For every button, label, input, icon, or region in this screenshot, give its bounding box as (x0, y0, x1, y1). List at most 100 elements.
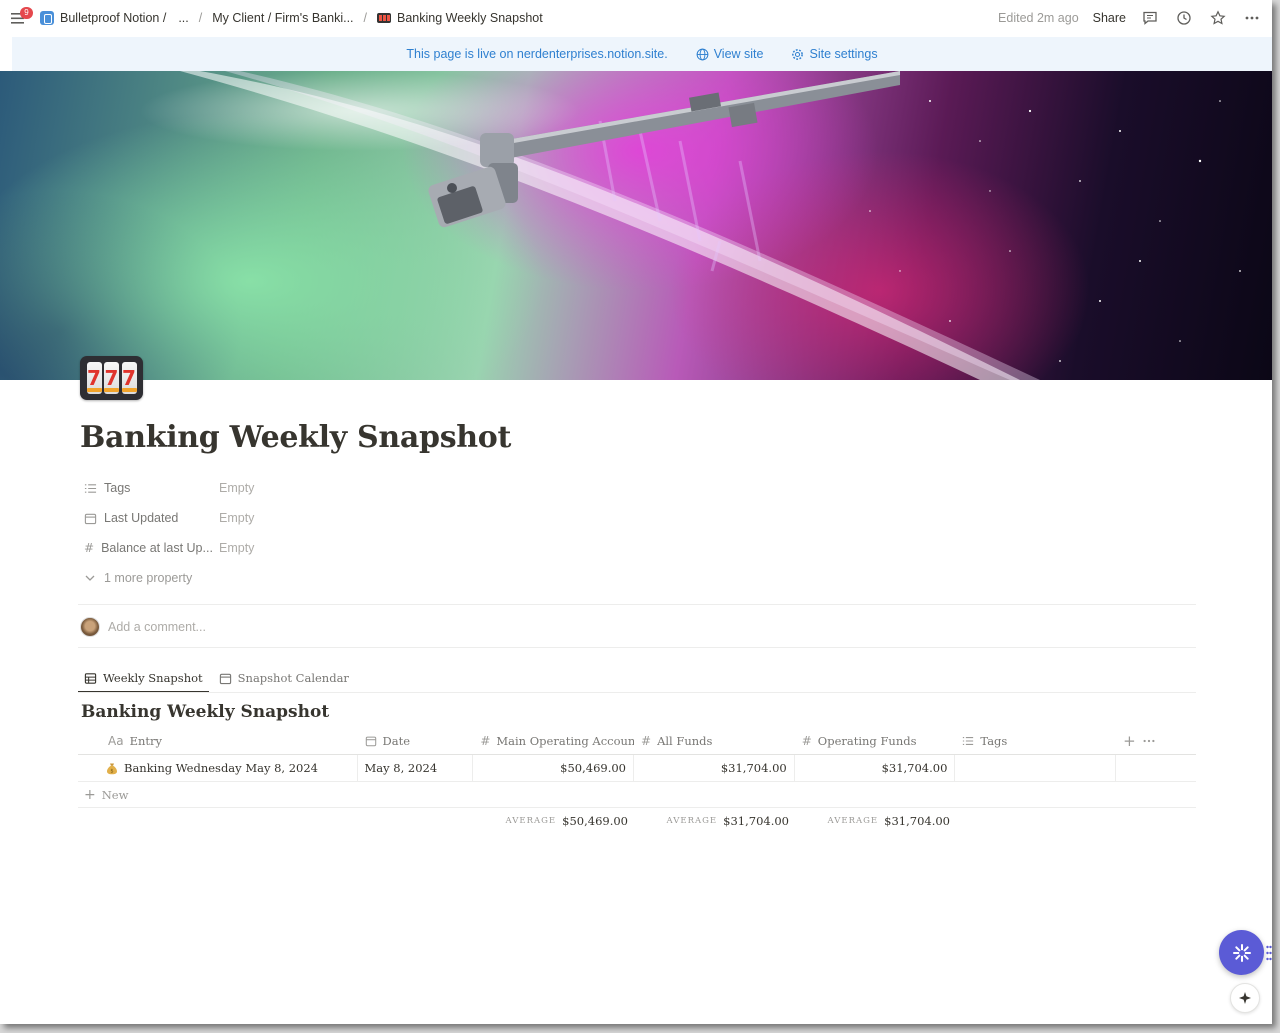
sparkle-icon (1239, 992, 1251, 1004)
number-icon: # (641, 734, 652, 748)
property-value[interactable]: Empty (219, 541, 254, 555)
column-label: All Funds (657, 734, 713, 748)
divider (78, 604, 1196, 605)
list-icon (963, 737, 974, 745)
favorite-button[interactable] (1208, 8, 1228, 28)
column-header-all-funds[interactable]: # All Funds (634, 728, 795, 754)
property-name[interactable]: Tags (80, 481, 219, 495)
view-site-link[interactable]: View site (696, 47, 764, 61)
page-title[interactable]: Banking Weekly Snapshot (80, 420, 511, 455)
number-icon: # (84, 541, 95, 555)
breadcrumb-bulletproof-notion[interactable]: Bulletproof Notion / (36, 9, 170, 27)
table-row[interactable]: $ Banking Wednesday May 8, 2024 May 8, 2… (78, 755, 1196, 782)
aggregation-row: AVERAGE $50,469.00 AVERAGE $31,704.00 AV… (78, 808, 1196, 834)
cell-all-funds[interactable]: $31,704.00 (634, 755, 795, 781)
notion-window: 9 Bulletproof Notion / ... / My Client /… (0, 0, 1272, 1024)
notification-badge: 9 (20, 7, 33, 19)
property-value[interactable]: Empty (219, 511, 254, 525)
divider (78, 647, 1196, 648)
breadcrumb: Bulletproof Notion / ... / My Client / F… (36, 0, 547, 36)
avatar (80, 617, 100, 637)
aggregate-main-operating-account[interactable]: AVERAGE $50,469.00 (474, 808, 635, 834)
property-name[interactable]: Last Updated (80, 511, 219, 525)
header-actions: + (1116, 728, 1196, 754)
number-icon: # (801, 734, 812, 748)
aggregate-operating-funds[interactable]: AVERAGE $31,704.00 (796, 808, 957, 834)
breadcrumb-banking-weekly-snapshot[interactable]: Banking Weekly Snapshot (373, 9, 547, 27)
aggregation-spacer (78, 808, 474, 834)
aggregate-all-funds[interactable]: AVERAGE $31,704.00 (635, 808, 796, 834)
property-row-last-updated: Last Updated Empty (80, 503, 1196, 533)
slot-reel: 7 (86, 362, 102, 394)
database-icon (40, 11, 54, 25)
assistant-button[interactable] (1219, 930, 1264, 975)
property-row-balance: # Balance at last Up... Empty (80, 533, 1196, 563)
tab-weekly-snapshot[interactable]: Weekly Snapshot (78, 665, 209, 693)
column-label: Tags (980, 734, 1008, 748)
breadcrumb-label: My Client / Firm's Banki... (212, 11, 354, 25)
add-column-icon[interactable]: + (1123, 732, 1136, 750)
column-header-entry[interactable]: Aa Entry (78, 728, 358, 754)
property-value[interactable]: Empty (219, 481, 254, 495)
site-settings-link[interactable]: Site settings (791, 47, 878, 61)
breadcrumb-client-firm-banking[interactable]: My Client / Firm's Banki... (208, 9, 357, 27)
database-title[interactable]: Banking Weekly Snapshot (81, 702, 329, 722)
share-button[interactable]: Share (1093, 11, 1126, 25)
published-banner: This page is live on nerdenterprises.not… (12, 37, 1272, 71)
breadcrumb-ellipsis[interactable]: ... (174, 9, 192, 27)
view-site-label: View site (713, 47, 764, 61)
sparkle-burst-icon (1232, 943, 1251, 962)
table-header: Aa Entry Date # Main Operating Account #… (78, 728, 1196, 755)
aggregate-label: AVERAGE (827, 816, 879, 826)
more-horizontal-icon[interactable] (1142, 734, 1156, 748)
column-label: Entry (129, 734, 162, 748)
column-header-tags[interactable]: Tags (955, 728, 1116, 754)
property-name[interactable]: # Balance at last Up... (80, 541, 219, 555)
aggregate-value: $50,469.00 (562, 814, 628, 828)
more-horizontal-icon (1245, 16, 1259, 20)
top-bar: 9 Bulletproof Notion / ... / My Client /… (0, 0, 1272, 36)
space-station-arm-illustration (140, 71, 1241, 380)
table-icon (84, 672, 97, 684)
entry-title: Banking Wednesday May 8, 2024 (124, 761, 318, 775)
more-properties-toggle[interactable]: 1 more property (80, 563, 1196, 593)
database-table: Aa Entry Date # Main Operating Account #… (78, 728, 1196, 834)
cell-entry[interactable]: $ Banking Wednesday May 8, 2024 (78, 755, 358, 781)
add-new-row-button[interactable]: + New (78, 782, 1196, 808)
column-header-operating-funds[interactable]: # Operating Funds (795, 728, 956, 754)
plus-icon: + (84, 786, 96, 803)
new-row-label: New (101, 787, 129, 802)
breadcrumb-label: Bulletproof Notion / (60, 11, 167, 25)
more-properties-label: 1 more property (104, 571, 193, 585)
aggregate-label: AVERAGE (505, 816, 557, 826)
column-label: Date (382, 734, 411, 748)
money-bag-icon: $ (107, 763, 117, 774)
column-header-main-operating-account[interactable]: # Main Operating Account (473, 728, 634, 754)
comment-input[interactable]: Add a comment... (80, 616, 206, 638)
breadcrumb-separator: / (363, 11, 367, 25)
drag-handle-icon[interactable] (1266, 945, 1272, 961)
updates-button[interactable] (1174, 8, 1194, 28)
tab-snapshot-calendar[interactable]: Snapshot Calendar (213, 665, 355, 691)
site-settings-label: Site settings (809, 47, 878, 61)
cell-empty (1116, 755, 1196, 781)
ai-button[interactable] (1230, 983, 1260, 1013)
property-label: Balance at last Up... (101, 541, 213, 555)
property-row-tags: Tags Empty (80, 473, 1196, 503)
breadcrumb-separator: / (198, 11, 203, 25)
column-label: Main Operating Account (496, 734, 635, 748)
slot-machine-icon[interactable]: 7 7 7 (80, 356, 143, 400)
tab-divider (78, 692, 1196, 693)
cell-date[interactable]: May 8, 2024 (358, 755, 474, 781)
breadcrumb-label: Banking Weekly Snapshot (397, 11, 543, 25)
page-properties: Tags Empty Last Updated Empty # Balance … (80, 473, 1196, 593)
cover-image[interactable] (0, 71, 1272, 380)
cell-tags[interactable] (955, 755, 1117, 781)
column-header-date[interactable]: Date (358, 728, 474, 754)
comments-button[interactable] (1140, 8, 1160, 28)
cell-operating-funds[interactable]: $31,704.00 (795, 755, 956, 781)
top-actions: Edited 2m ago Share (998, 0, 1262, 36)
more-options-button[interactable] (1242, 8, 1262, 28)
cell-main-operating-account[interactable]: $50,469.00 (473, 755, 635, 781)
slot-reel: 7 (104, 362, 119, 394)
